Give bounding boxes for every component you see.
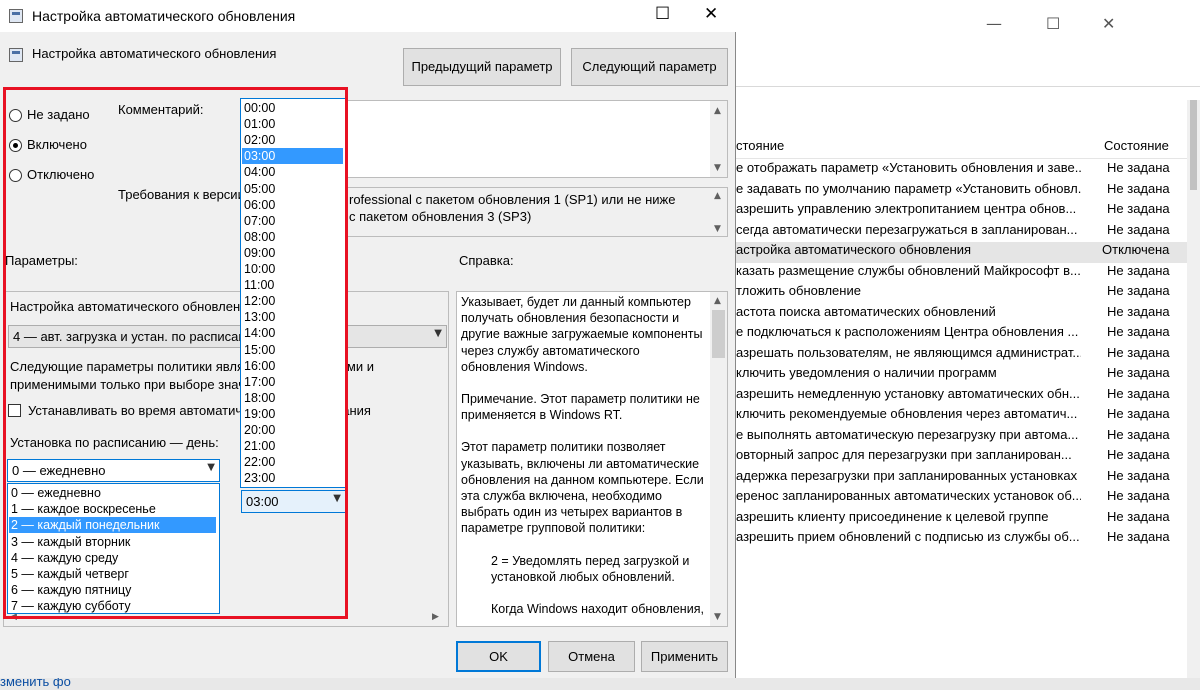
policy-name: е подключаться к расположениям Центра об…: [736, 324, 1079, 339]
policy-name: казать размещение службы обновлений Майк…: [736, 262, 1081, 278]
policy-name: астройка автоматического обновления: [736, 242, 972, 257]
policy-name: сегда автоматически перезагружаться в за…: [736, 221, 1078, 237]
policy-row[interactable]: сегда автоматически перезагружаться в за…: [736, 222, 1200, 243]
policy-state: Не задана: [1107, 283, 1170, 298]
app-icon: [9, 9, 23, 23]
dialog-titlebar: Настройка автоматического обновления ☐ ✕: [0, 0, 736, 32]
policy-state: Не задана: [1107, 529, 1170, 544]
maximize-icon[interactable]: ☐: [1046, 14, 1060, 33]
help-paragraph: Примечание. Этот параметр политики не пр…: [461, 392, 700, 423]
next-setting-button[interactable]: Следующий параметр: [571, 48, 728, 86]
policy-name: тложить обновление: [736, 283, 861, 298]
policy-state: Отключена: [1102, 242, 1170, 257]
requirements-box: rofessional с пакетом обновления 1 (SP1)…: [344, 187, 728, 237]
policy-state: Не задана: [1107, 344, 1170, 360]
policy-name: азрешить клиенту присоединение к целевой…: [736, 508, 1049, 524]
policy-row[interactable]: тложить обновление Не задана: [736, 283, 1200, 304]
policy-dialog: Настройка автоматического обновления ☐ ✕…: [0, 0, 736, 678]
policy-name: азрешить немедленную установку автоматич…: [736, 385, 1080, 401]
help-panel: Указывает, будет ли данный компьютер пол…: [456, 291, 728, 627]
policy-row[interactable]: е задавать по умолчанию параметр «Устано…: [736, 181, 1200, 202]
annotation-highlight-frame: [3, 87, 348, 619]
policy-state: Не задана: [1107, 406, 1170, 421]
policy-state: Не задана: [1107, 201, 1170, 216]
policy-name: азрешить прием обновлений с подписью из …: [736, 529, 1080, 544]
policy-row[interactable]: еренос запланированных автоматических ус…: [736, 488, 1200, 509]
background-scrollbar[interactable]: [1187, 100, 1200, 690]
close-icon[interactable]: ✕: [704, 4, 718, 24]
policy-row[interactable]: азрешить немедленную установку автоматич…: [736, 386, 1200, 407]
chevron-down-icon: ▼: [434, 328, 442, 339]
column-state-header[interactable]: Состояние: [1104, 138, 1169, 153]
ok-button[interactable]: OK: [456, 641, 541, 672]
status-bar: зменить фо: [0, 674, 1200, 690]
dialog-title: Настройка автоматического обновления: [32, 8, 296, 24]
policy-row[interactable]: е отображать параметр «Установить обновл…: [736, 160, 1200, 181]
policy-row[interactable]: ключить рекомендуемые обновления через а…: [736, 406, 1200, 427]
policy-row[interactable]: е подключаться к расположениям Центра об…: [736, 324, 1200, 345]
column-header: стояние Состояние: [736, 132, 1200, 159]
policy-name: овторный запрос для перезагрузки при зап…: [736, 447, 1072, 462]
policy-state: Не задана: [1107, 262, 1170, 278]
policy-row[interactable]: овторный запрос для перезагрузки при зап…: [736, 447, 1200, 468]
policy-name: е отображать параметр «Установить обновл…: [736, 160, 1081, 175]
policy-state: Не задана: [1107, 385, 1170, 401]
policy-name: азрешить управлению электропитанием цент…: [736, 201, 1077, 216]
help-scrollbar[interactable]: ▲ ▼: [710, 292, 727, 626]
previous-setting-button[interactable]: Предыдущий параметр: [403, 48, 561, 86]
policy-state: Не задана: [1107, 467, 1170, 483]
help-paragraph: Указывает, будет ли данный компьютер пол…: [461, 295, 703, 374]
help-text: Указывает, будет ли данный компьютер пол…: [461, 294, 709, 633]
policy-row[interactable]: казать размещение службы обновлений Майк…: [736, 263, 1200, 284]
policy-name: адержка перезагрузки при запланированных…: [736, 467, 1078, 483]
policy-row[interactable]: е выполнять автоматическую перезагрузку …: [736, 427, 1200, 448]
maximize-icon[interactable]: ☐: [655, 4, 670, 24]
policy-name: азрешать пользователям, не являющимся ад…: [736, 344, 1081, 360]
policy-state: Не задана: [1107, 447, 1170, 462]
policy-state: Не задана: [1107, 508, 1170, 524]
apply-button[interactable]: Применить: [641, 641, 728, 672]
policy-state: Не задана: [1107, 303, 1170, 319]
divider: [736, 86, 1200, 87]
policy-row[interactable]: астота поиска автоматических обновлений Н…: [736, 304, 1200, 325]
policy-name: ключить рекомендуемые обновления через а…: [736, 406, 1078, 421]
policy-state: Не задана: [1107, 221, 1170, 237]
policy-name: астота поиска автоматических обновлений: [736, 303, 996, 319]
setting-title: Настройка автоматического обновления: [32, 46, 277, 61]
policy-state: Не задана: [1107, 324, 1170, 339]
policy-row[interactable]: азрешать пользователям, не являющимся ад…: [736, 345, 1200, 366]
help-paragraph: Этот параметр политики позволяет указыва…: [461, 440, 704, 536]
policy-row[interactable]: азрешить клиенту присоединение к целевой…: [736, 509, 1200, 530]
policy-name: ключить уведомления о наличии программ: [736, 365, 997, 380]
policy-state: Не задана: [1107, 365, 1170, 380]
setting-icon: [9, 48, 23, 62]
policy-row[interactable]: ключить уведомления о наличии программ Не…: [736, 365, 1200, 386]
policy-name: е задавать по умолчанию параметр «Устано…: [736, 180, 1081, 196]
policy-row[interactable]: адержка перезагрузки при запланированных…: [736, 468, 1200, 489]
minimize-icon[interactable]: —: [986, 14, 1002, 33]
comment-scrollbar[interactable]: ▲ ▼: [710, 101, 727, 177]
policy-state: Не задана: [1107, 180, 1170, 196]
background-window: — ☐ ✕ стояние Состояние е отображать пар…: [736, 0, 1200, 690]
policy-state: Не задана: [1107, 488, 1170, 503]
close-icon[interactable]: ✕: [1102, 14, 1115, 33]
policy-row[interactable]: астройка автоматического обновления Отклю…: [736, 242, 1200, 263]
policy-row[interactable]: азрешить управлению электропитанием цент…: [736, 201, 1200, 222]
requirements-scrollbar[interactable]: ▲ ▼: [710, 188, 727, 236]
help-paragraph: 2 = Уведомлять перед загрузкой и установ…: [491, 553, 690, 584]
requirements-text-2: с пакетом обновления 3 (SP3): [349, 209, 532, 224]
help-paragraph: Когда Windows находит обновления,: [491, 602, 704, 617]
policy-name: е выполнять автоматическую перезагрузку …: [736, 426, 1079, 442]
column-name-header[interactable]: стояние: [736, 138, 784, 153]
policy-row[interactable]: азрешить прием обновлений с подписью из …: [736, 529, 1200, 550]
comment-textarea[interactable]: ▲ ▼: [344, 100, 728, 178]
help-label: Справка:: [459, 253, 514, 268]
cancel-button[interactable]: Отмена: [548, 641, 635, 672]
policy-state: Не задана: [1107, 426, 1170, 442]
policy-name: еренос запланированных автоматических ус…: [736, 488, 1081, 503]
requirements-text-1: rofessional с пакетом обновления 1 (SP1)…: [349, 192, 676, 207]
policy-state: Не задана: [1107, 160, 1170, 175]
